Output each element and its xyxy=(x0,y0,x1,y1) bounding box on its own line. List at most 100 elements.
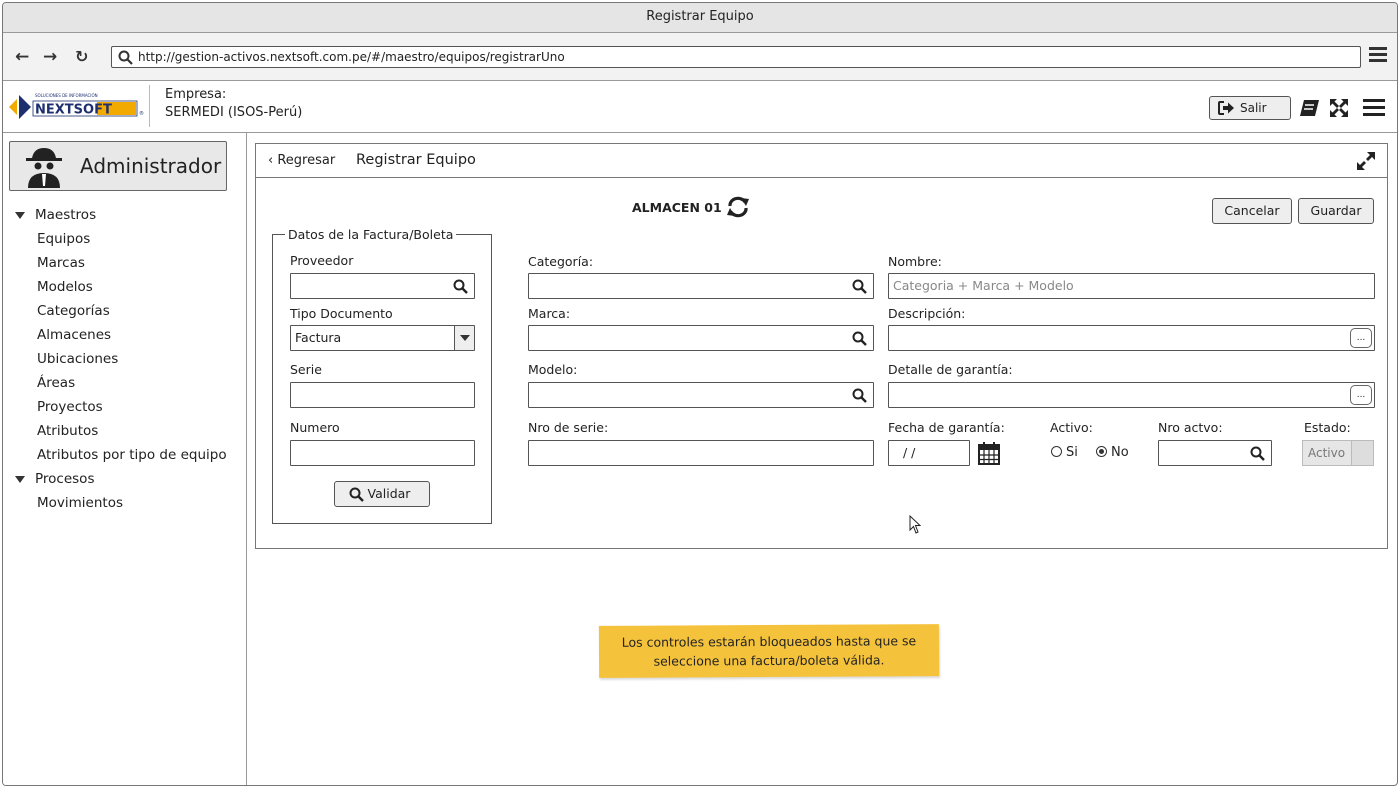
proveedor-input[interactable] xyxy=(290,273,475,299)
almacen-label: ALMACEN 01 xyxy=(632,200,722,215)
empresa-label: Empresa: xyxy=(165,87,227,102)
estado-label: Estado: xyxy=(1304,420,1351,435)
radio-off-icon xyxy=(1051,446,1062,457)
book-icon[interactable] xyxy=(1299,98,1321,118)
sign-out-icon xyxy=(1218,101,1234,115)
user-name: Administrador xyxy=(80,154,222,178)
chevron-down-icon xyxy=(454,326,474,350)
nro-serie-input[interactable] xyxy=(528,440,874,466)
svg-text:SOLUCIONES DE INFORMACIÓN: SOLUCIONES DE INFORMACIÓN xyxy=(35,93,98,98)
forward-arrow-icon[interactable]: → xyxy=(43,47,57,67)
window-title: Registrar Equipo xyxy=(3,3,1397,33)
nav-item-equipos[interactable]: Equipos xyxy=(13,227,227,251)
marca-input[interactable] xyxy=(528,325,874,351)
search-icon[interactable] xyxy=(852,331,867,346)
descripcion-label: Descripción: xyxy=(888,306,966,321)
modelo-input[interactable] xyxy=(528,382,874,408)
toggle-knob xyxy=(1351,441,1373,465)
salir-label: Salir xyxy=(1240,101,1267,115)
nav-item-atributos[interactable]: Atributos xyxy=(13,419,227,443)
guardar-button[interactable]: Guardar xyxy=(1298,198,1374,224)
refresh-icon[interactable] xyxy=(726,196,750,218)
nav-item-almacenes[interactable]: Almacenes xyxy=(13,323,227,347)
user-profile-box[interactable]: Administrador xyxy=(9,141,227,191)
fecha-garantia-label: Fecha de garantía: xyxy=(888,420,1005,435)
estado-toggle[interactable]: Activo xyxy=(1302,440,1374,466)
caret-down-icon xyxy=(15,476,25,483)
serie-input[interactable] xyxy=(290,382,475,408)
radio-on-icon xyxy=(1096,446,1107,457)
sidebar: Administrador Maestros Equipos Marcas Mo… xyxy=(3,133,247,785)
factura-fieldset: Datos de la Factura/Boleta Proveedor Tip… xyxy=(272,227,492,524)
nav-item-movimientos[interactable]: Movimientos xyxy=(13,491,227,515)
salir-button[interactable]: Salir xyxy=(1209,96,1291,120)
cancelar-button[interactable]: Cancelar xyxy=(1212,198,1292,224)
nav-item-areas[interactable]: Áreas xyxy=(13,371,227,395)
registrar-equipo-panel: ‹ Regresar Registrar Equipo ALMACEN 01 C… xyxy=(255,143,1388,549)
more-button[interactable]: ... xyxy=(1350,385,1372,405)
empresa-value: SERMEDI (ISOS-Perú) xyxy=(165,105,303,120)
panel-header: ‹ Regresar Registrar Equipo xyxy=(256,144,1387,178)
categoria-label: Categoría: xyxy=(528,254,594,269)
search-icon[interactable] xyxy=(852,388,867,403)
nav-item-ubicaciones[interactable]: Ubicaciones xyxy=(13,347,227,371)
marca-label: Marca: xyxy=(528,306,571,321)
search-icon xyxy=(118,50,133,65)
search-icon[interactable] xyxy=(453,279,468,294)
reload-icon[interactable]: ↻ xyxy=(75,47,88,66)
logo-text: NEXTSOFT xyxy=(35,103,112,118)
note-line-1: Los controles estarán bloqueados hasta q… xyxy=(621,633,917,650)
note-line-2: seleccione una factura/boleta válida. xyxy=(653,652,885,669)
logo-divider xyxy=(149,85,150,127)
panel-title: Registrar Equipo xyxy=(356,152,476,168)
expand-icon[interactable] xyxy=(1355,150,1377,172)
app-header: SOLUCIONES DE INFORMACIÓN NEXTSOFT ® Emp… xyxy=(3,81,1397,133)
modelo-label: Modelo: xyxy=(528,362,578,377)
nav-item-proyectos[interactable]: Proyectos xyxy=(13,395,227,419)
validar-button[interactable]: Validar xyxy=(334,481,430,507)
numero-input[interactable] xyxy=(290,440,475,466)
address-bar: ← → ↻ http://gestion-activos.nextsoft.co… xyxy=(3,33,1397,81)
tipo-documento-label: Tipo Documento xyxy=(290,306,393,321)
url-field[interactable]: http://gestion-activos.nextsoft.com.pe/#… xyxy=(111,46,1361,68)
caret-down-icon xyxy=(15,212,25,219)
sticky-note: Los controles estarán bloqueados hasta q… xyxy=(598,624,940,678)
categoria-input[interactable] xyxy=(528,273,874,299)
proveedor-label: Proveedor xyxy=(290,253,354,268)
nro-activo-input[interactable] xyxy=(1158,440,1272,466)
search-icon[interactable] xyxy=(1250,446,1265,461)
activo-label: Activo: xyxy=(1050,420,1093,435)
nav-menu: Maestros Equipos Marcas Modelos Categorí… xyxy=(13,203,227,515)
nav-item-categorias[interactable]: Categorías xyxy=(13,299,227,323)
garantia-input[interactable]: ... xyxy=(888,382,1375,408)
mouse-cursor-icon xyxy=(909,515,922,534)
nombre-input[interactable]: Categoria + Marca + Modelo xyxy=(888,273,1375,299)
factura-legend: Datos de la Factura/Boleta xyxy=(285,227,457,242)
back-link[interactable]: ‹ Regresar xyxy=(268,153,335,168)
nav-group-maestros[interactable]: Maestros xyxy=(13,203,227,227)
browser-menu-icon[interactable] xyxy=(1369,47,1387,65)
search-icon[interactable] xyxy=(852,279,867,294)
more-button[interactable]: ... xyxy=(1350,328,1372,348)
back-arrow-icon[interactable]: ← xyxy=(15,47,29,67)
spy-user-icon xyxy=(26,148,62,188)
descripcion-input[interactable]: ... xyxy=(888,325,1375,351)
nombre-label: Nombre: xyxy=(888,254,942,269)
nro-serie-label: Nro de serie: xyxy=(528,420,609,435)
nav-group-procesos[interactable]: Procesos xyxy=(13,467,227,491)
hamburger-menu-icon[interactable] xyxy=(1363,99,1385,116)
serie-label: Serie xyxy=(290,362,322,377)
tipo-documento-select[interactable]: Factura xyxy=(290,325,475,351)
activo-radio-no[interactable]: No xyxy=(1096,445,1129,460)
activo-radio-si[interactable]: Si xyxy=(1051,445,1078,460)
calendar-icon[interactable] xyxy=(978,441,1000,465)
garantia-label: Detalle de garantía: xyxy=(888,362,1013,377)
search-icon xyxy=(349,487,364,502)
fecha-garantia-input[interactable]: / / xyxy=(888,440,970,466)
nro-activo-label: Nro actvo: xyxy=(1158,420,1223,435)
svg-text:®: ® xyxy=(139,110,144,117)
fullscreen-icon[interactable] xyxy=(1329,98,1349,118)
nav-item-marcas[interactable]: Marcas xyxy=(13,251,227,275)
nav-item-modelos[interactable]: Modelos xyxy=(13,275,227,299)
nav-item-atributos-por-tipo[interactable]: Atributos por tipo de equipo xyxy=(13,443,227,467)
